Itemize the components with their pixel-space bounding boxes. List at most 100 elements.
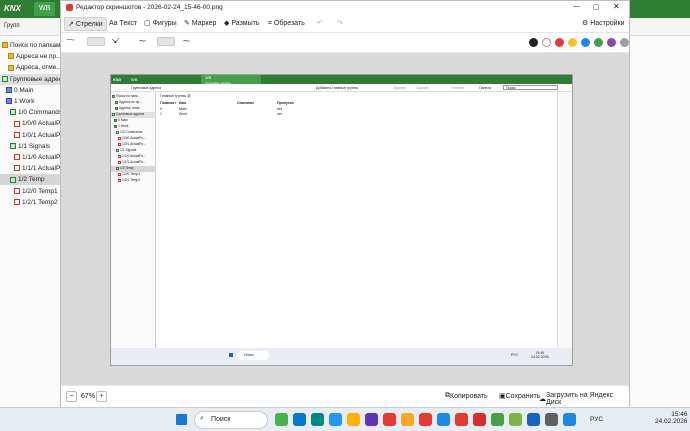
taskbar-lang[interactable]: РУС	[590, 416, 603, 423]
notepad-icon[interactable]	[509, 413, 522, 426]
inner-sidebar-item: 0 Main	[111, 118, 156, 124]
inner-item-icon	[118, 172, 121, 176]
edge-icon[interactable]	[293, 413, 306, 426]
editor-canvas[interactable]: KNX WB WB Групповые адреса Групповые адре…	[61, 53, 629, 385]
gear-icon: ⚙	[582, 20, 591, 27]
tool-blur[interactable]: ◆ Размыть	[221, 17, 263, 31]
taskbar-search[interactable]: ⌕ Поиск	[194, 411, 268, 429]
color-swatch[interactable]	[607, 38, 616, 47]
inner-knx-logo: KNX	[113, 77, 122, 82]
folder-badge-icon	[8, 64, 14, 71]
tool-shapes[interactable]: ▢ Фигуры	[141, 17, 180, 31]
inner-item-icon	[118, 136, 121, 140]
teams-icon[interactable]	[311, 413, 324, 426]
color-swatch[interactable]	[555, 38, 564, 47]
color-swatch[interactable]	[568, 38, 577, 47]
inner-sidebar-item: Адреса не пр...	[111, 100, 156, 106]
ya-red-icon[interactable]	[419, 413, 432, 426]
bg-sidebar-item[interactable]: 1 Work	[0, 96, 62, 107]
yandex-music-icon[interactable]	[401, 413, 414, 426]
bg-sidebar-item[interactable]: 1/1/1 ActualPo...	[0, 163, 62, 174]
address-icon	[14, 187, 20, 194]
bg-sidebar-item[interactable]: Адреса не пр...	[0, 51, 62, 62]
tool-marker[interactable]: ✎ Маркер	[181, 17, 219, 31]
yandex-icon[interactable]	[383, 413, 396, 426]
save-button[interactable]: ▣ Сохранить	[499, 392, 540, 401]
bg-sidebar-item[interactable]: 1/0/0 ActualPo...	[0, 118, 62, 129]
zoom-level: 67%	[81, 393, 96, 400]
explorer-icon[interactable]	[347, 413, 360, 426]
editor-title: Редактор скриншотов - 2026-02-24_15-46-0…	[76, 4, 223, 11]
inner-item-icon	[118, 154, 121, 158]
snip-icon[interactable]	[563, 413, 576, 426]
opera-icon[interactable]	[473, 413, 486, 426]
redo-icon[interactable]: ↷	[337, 19, 343, 27]
bg-sidebar-item[interactable]: 0 Main	[0, 85, 62, 96]
maximize-icon[interactable]: ▢	[593, 3, 600, 11]
zoom-out-button[interactable]: −	[66, 391, 77, 402]
marker-tool-icon: ✎	[184, 20, 192, 27]
inner-tab-2: WB Групповые адреса	[201, 75, 261, 85]
bg-sidebar-item[interactable]: Поиск по папкам	[0, 40, 62, 51]
bg-sidebar-item[interactable]: Адреса, отме...	[0, 62, 62, 73]
bg-sidebar-item[interactable]: 1/2 Temp	[0, 174, 62, 186]
arrow-style-1-icon[interactable]: ─◦	[67, 37, 74, 44]
line-thin-icon[interactable]: ⁓	[139, 37, 146, 45]
bg-sidebar-item[interactable]: 1/1 Signals	[0, 141, 62, 152]
color-swatch[interactable]	[581, 38, 590, 47]
inner-sidebar-item: Групповые адреса	[111, 112, 156, 118]
store-icon[interactable]	[365, 413, 378, 426]
settings-button[interactable]: ⚙ Настройки	[579, 17, 628, 31]
word-icon[interactable]	[527, 413, 540, 426]
tool-crop[interactable]: ⌗ Обрезать	[265, 17, 308, 31]
color-swatch[interactable]	[529, 38, 538, 47]
excel-icon[interactable]	[491, 413, 504, 426]
tool-text[interactable]: Aa Текст	[106, 17, 140, 31]
bg-sidebar-item[interactable]: Групповые адреса	[0, 73, 62, 85]
undo-icon[interactable]: ↶	[317, 19, 323, 27]
close-icon[interactable]: ✕	[613, 2, 620, 11]
address-icon	[14, 165, 20, 172]
widgets-icon[interactable]	[275, 413, 288, 426]
inner-item-icon	[115, 106, 118, 110]
inner-item-icon	[114, 118, 117, 122]
address-icon	[14, 120, 20, 127]
inner-item-icon	[116, 166, 119, 170]
bg-toolbar-label[interactable]: Групп	[4, 23, 20, 29]
inner-cell-num: 0	[160, 107, 162, 111]
color-swatch[interactable]	[542, 38, 551, 47]
minimize-icon[interactable]: —	[573, 3, 580, 10]
screenshot-editor-window: Редактор скриншотов - 2026-02-24_15-46-0…	[60, 0, 630, 407]
line-thick-icon[interactable]: ⁓	[183, 37, 190, 45]
bg-tab-wb[interactable]: WB	[34, 2, 56, 16]
editor-titlebar: Редактор скриншотов - 2026-02-24_15-46-0…	[61, 1, 629, 15]
yandex-browser-icon[interactable]	[455, 413, 468, 426]
address-icon	[14, 154, 20, 161]
vscode-icon[interactable]	[437, 413, 450, 426]
settings-icon[interactable]	[545, 413, 558, 426]
arrow-style-3-icon[interactable]: ↘⁄	[111, 37, 118, 45]
line-medium-icon[interactable]	[157, 37, 175, 46]
color-swatch[interactable]	[594, 38, 603, 47]
windows-start-icon[interactable]	[176, 414, 187, 425]
inner-col-1: Имя	[179, 101, 187, 105]
folder-badge-icon	[8, 53, 14, 60]
mail-icon[interactable]	[329, 413, 342, 426]
copy-button[interactable]: ⧉ Копировать	[445, 392, 488, 400]
bg-sidebar-item[interactable]: 1/2/1 Temp2	[0, 197, 62, 208]
shapes-tool-icon: ▢	[144, 20, 153, 27]
folder-icon	[2, 42, 8, 49]
bg-sidebar-item[interactable]: 1/1/0 ActualPo...	[0, 152, 62, 163]
upload-yadisk-button[interactable]: ☁ Загрузить на Яндекс Диск	[539, 392, 629, 406]
inner-sidebar-item: 1/1/0 ActualPo...	[111, 154, 156, 160]
taskbar-clock[interactable]: 15:46 24.02.2026	[655, 411, 688, 425]
zoom-in-button[interactable]: +	[96, 391, 107, 402]
bg-sidebar-item[interactable]: 1/0 Commands	[0, 107, 62, 118]
cloud-upload-icon: ☁	[539, 396, 546, 403]
bg-sidebar-item[interactable]: 1/2/0 Temp1	[0, 186, 62, 197]
inner-sidebar-item: 1 Work	[111, 124, 156, 130]
color-swatch[interactable]	[620, 38, 629, 47]
tool-arrows[interactable]: ↗ Стрелки	[64, 17, 107, 31]
arrow-style-2-icon[interactable]	[87, 37, 105, 46]
bg-sidebar-item[interactable]: 1/0/1 ActualPo...	[0, 130, 62, 141]
